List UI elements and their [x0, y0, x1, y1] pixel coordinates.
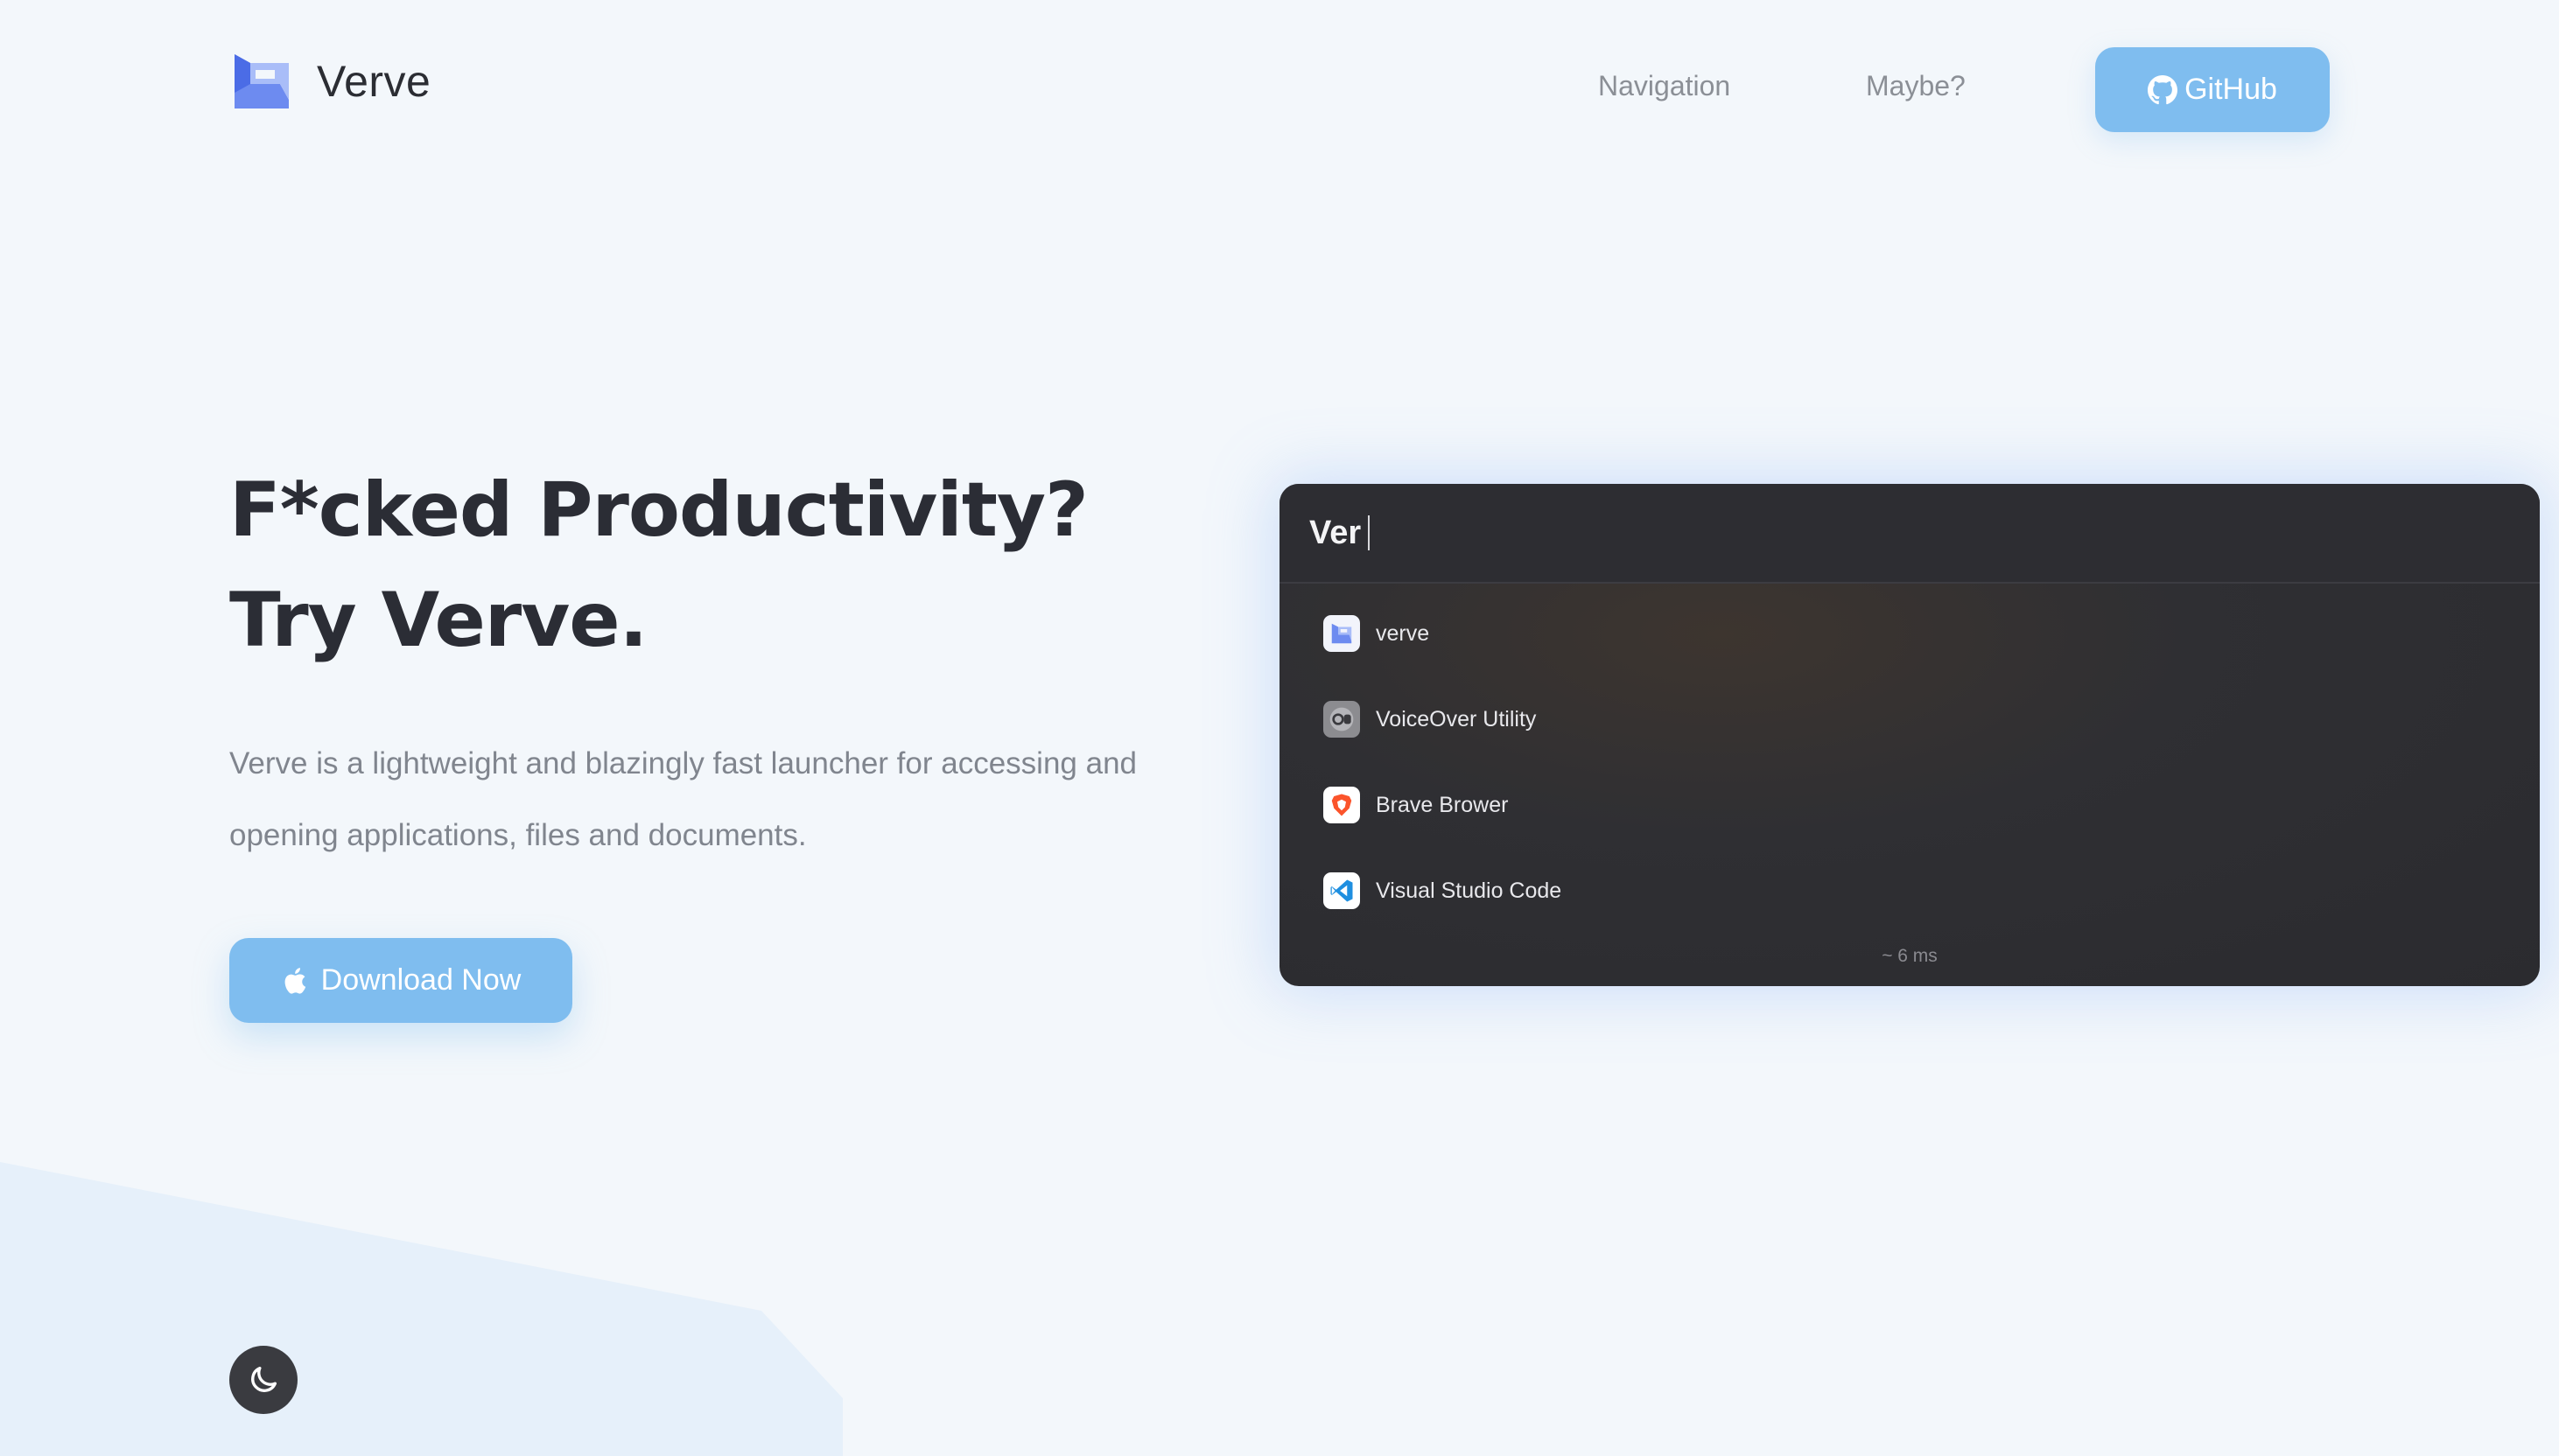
- nav-link-navigation[interactable]: Navigation: [1598, 70, 1730, 102]
- voiceover-icon: [1323, 701, 1360, 738]
- brave-icon: [1323, 787, 1360, 823]
- hero-title: F*cked Productivity? Try Verve.: [229, 455, 1089, 676]
- top-nav: Verve Navigation Maybe? GitHub: [0, 0, 2559, 178]
- launcher-result-item[interactable]: verve: [1323, 614, 1429, 653]
- result-label: Brave Brower: [1376, 792, 1509, 817]
- landing-page: Verve Navigation Maybe? GitHub F*cked Pr…: [0, 0, 2559, 1456]
- github-button[interactable]: GitHub: [2095, 47, 2330, 132]
- moon-icon: [251, 1367, 277, 1392]
- brand-name: Verve: [317, 57, 431, 106]
- apple-icon: [284, 967, 305, 994]
- launcher-timing: ~ 6 ms: [1882, 946, 1938, 966]
- launcher-result-item[interactable]: Brave Brower: [1323, 786, 1508, 824]
- github-icon: [2148, 74, 2178, 104]
- verve-logo-icon: [235, 54, 289, 108]
- hero-description: Verve is a lightweight and blazingly fas…: [229, 746, 1137, 852]
- launcher-result-item[interactable]: Visual Studio Code: [1323, 872, 1561, 910]
- result-label: VoiceOver Utility: [1376, 706, 1537, 732]
- github-label: GitHub: [2184, 73, 2277, 106]
- theme-toggle-button[interactable]: [229, 1346, 298, 1414]
- launcher-query: Ver: [1309, 514, 1362, 551]
- brand-logo[interactable]: Verve: [229, 49, 431, 114]
- download-label: Download Now: [320, 963, 522, 997]
- verve-app-icon: [1323, 615, 1360, 652]
- download-button[interactable]: Download Now: [229, 938, 572, 1023]
- hero-title-line2: Try Verve.: [229, 577, 648, 664]
- background-shape: [0, 1162, 843, 1456]
- result-label: verve: [1376, 620, 1430, 646]
- launcher-result-item[interactable]: VoiceOver Utility: [1323, 700, 1536, 738]
- text-caret: [1368, 515, 1371, 550]
- vscode-icon: [1323, 872, 1360, 909]
- nav-link-maybe[interactable]: Maybe?: [1866, 70, 1966, 102]
- result-label: Visual Studio Code: [1376, 878, 1562, 903]
- hero-title-line1: F*cked Productivity?: [229, 466, 1089, 554]
- launcher-search-bar[interactable]: Ver: [1280, 484, 2540, 584]
